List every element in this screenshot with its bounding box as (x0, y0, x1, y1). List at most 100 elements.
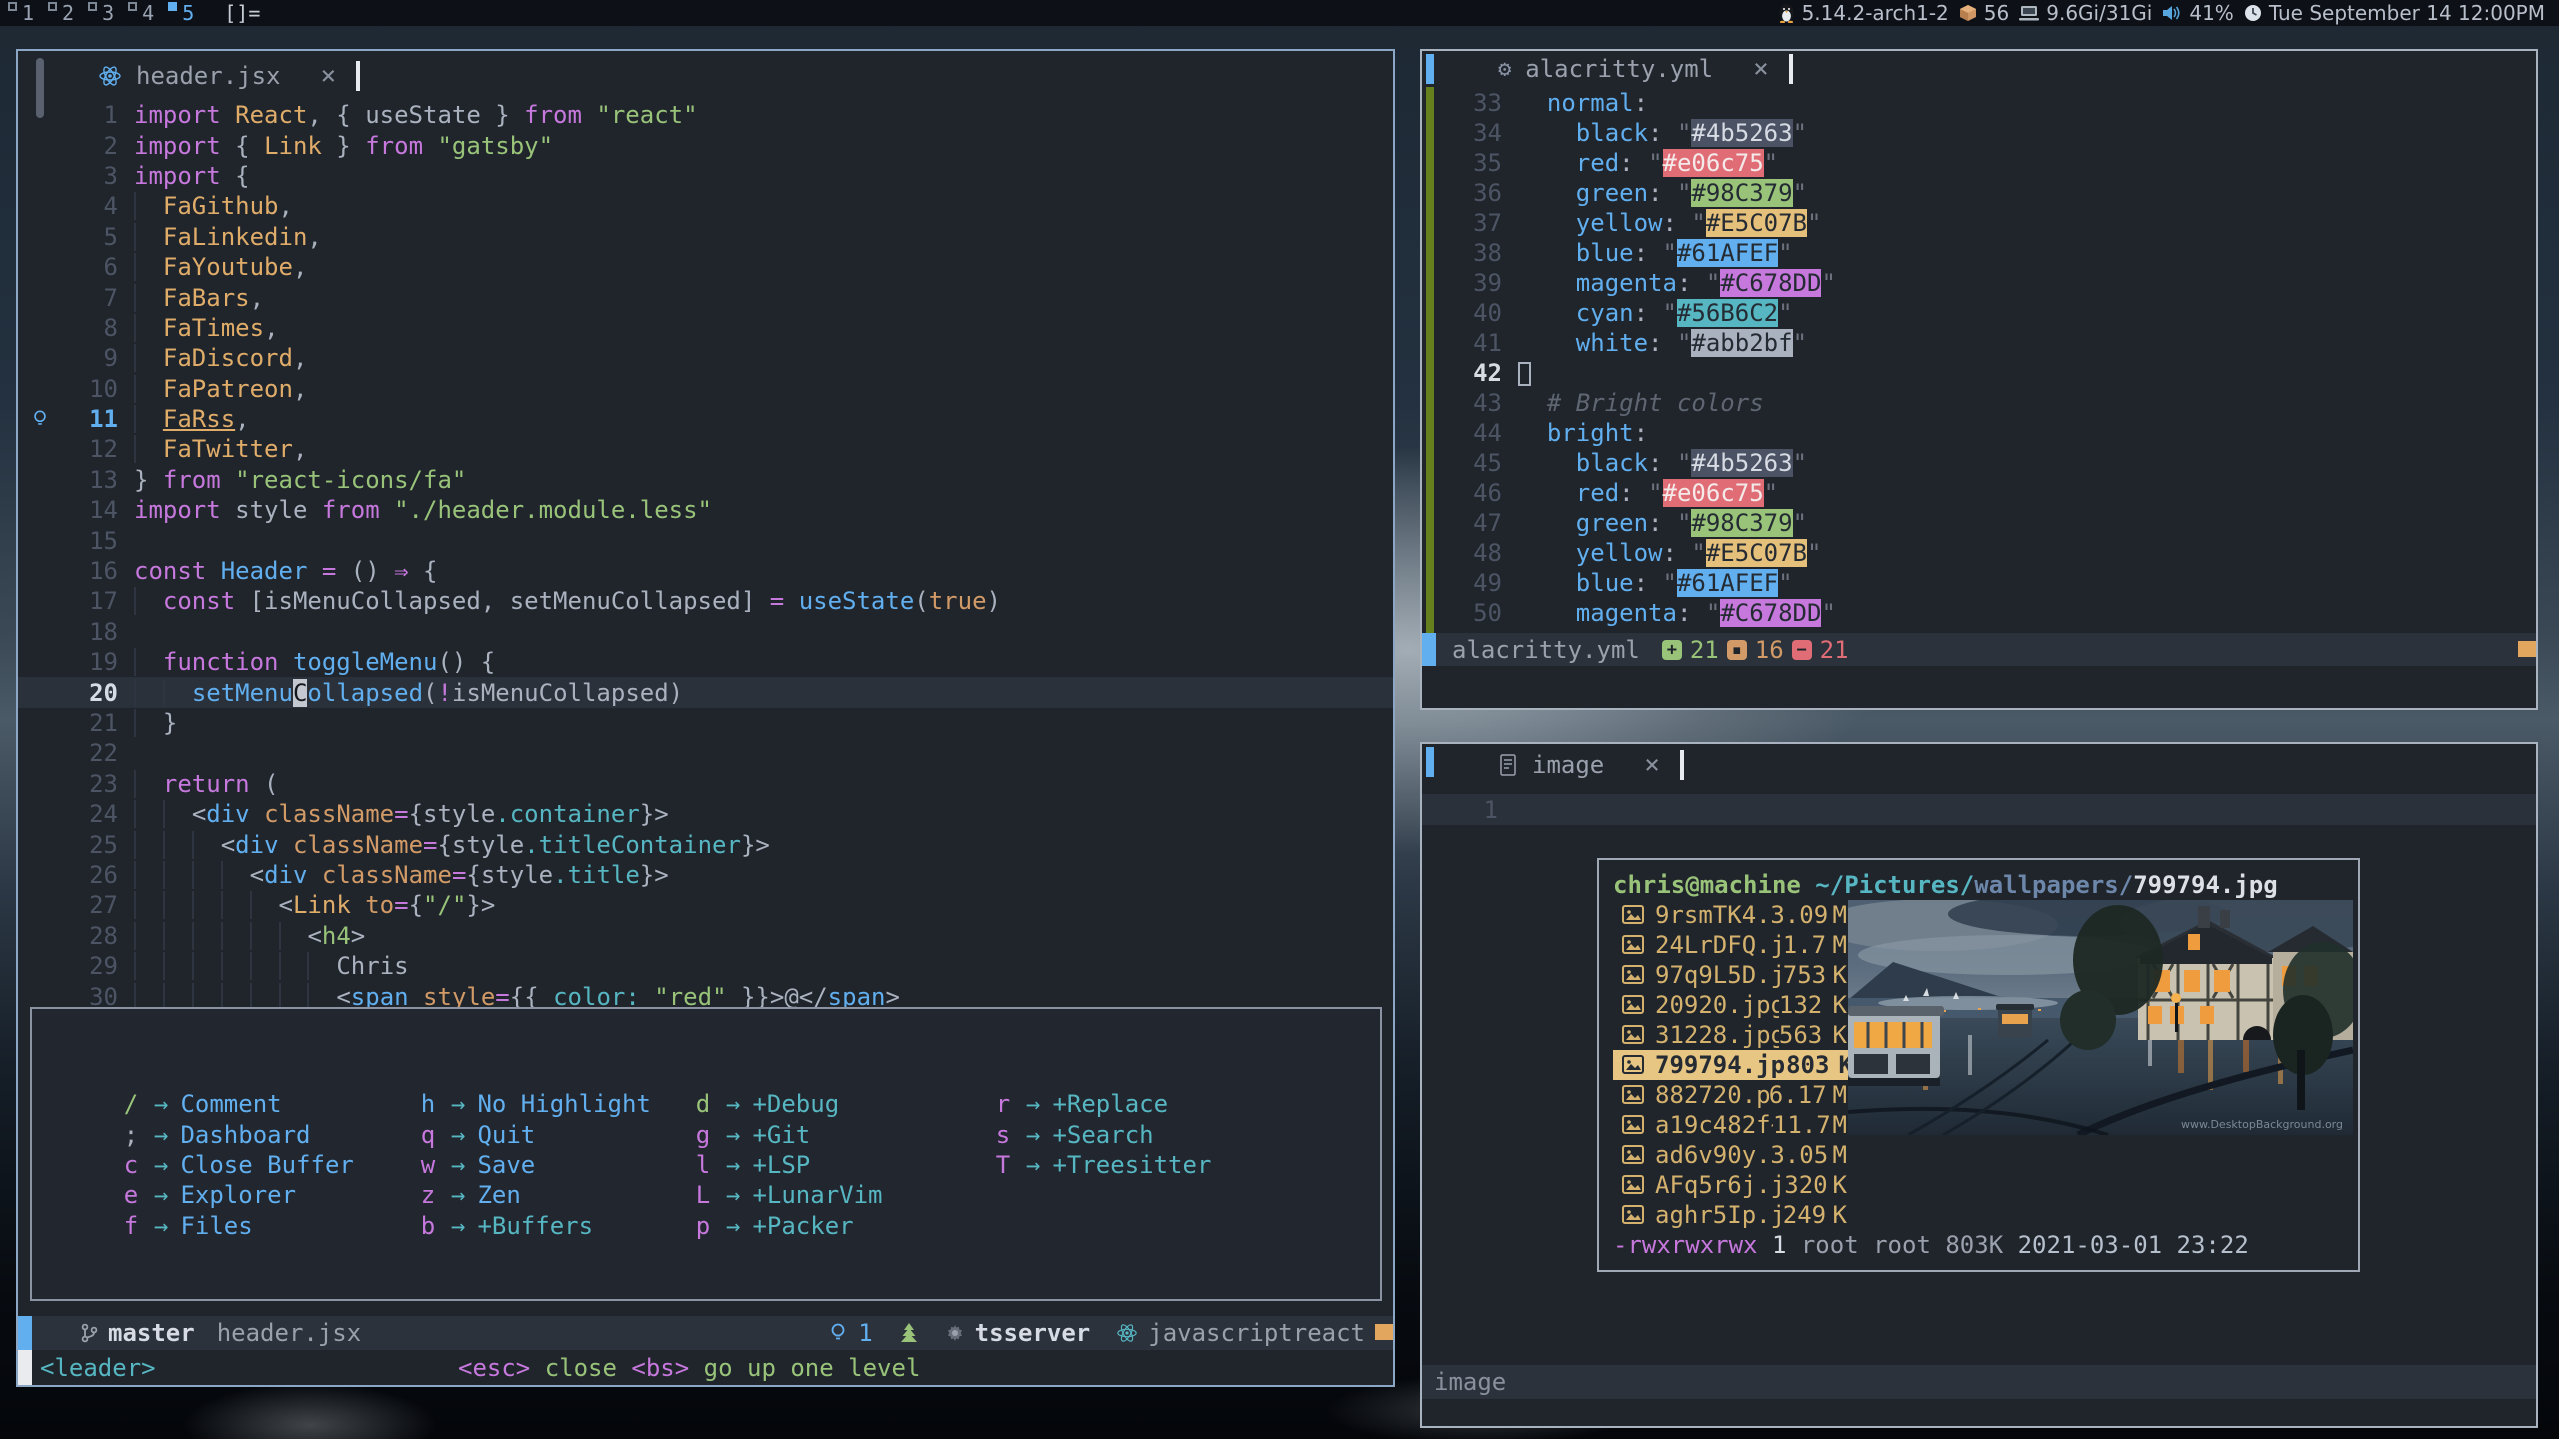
code-line[interactable]: 44 bright: (1422, 418, 2536, 448)
code-line[interactable]: 4 FaGithub, (18, 191, 1393, 221)
code-line[interactable]: 38 blue: "#61AFEF" (1422, 238, 2536, 268)
code-line[interactable]: 17 const [isMenuCollapsed, setMenuCollap… (18, 586, 1393, 616)
tab-image[interactable]: image × (1488, 750, 1670, 780)
code-line[interactable]: 29 Chris (18, 951, 1393, 981)
code-line[interactable]: 40 cyan: "#56B6C2" (1422, 298, 2536, 328)
whichkey-item[interactable]: h→No Highlight (417, 1089, 651, 1119)
code-line[interactable]: 5 FaLinkedin, (18, 222, 1393, 252)
code-text: white: "#abb2bf" (1506, 329, 1807, 357)
code-line[interactable]: 24 <div className={style.container}> (18, 799, 1393, 829)
command-line[interactable] (1422, 666, 2536, 708)
whichkey-item[interactable]: s→+Search (992, 1119, 1211, 1149)
code-line[interactable]: 1import React, { useState } from "react" (18, 100, 1393, 130)
code-line[interactable]: 10 FaPatreon, (18, 374, 1393, 404)
code-line[interactable]: 48 yellow: "#E5C07B" (1422, 538, 2536, 568)
code-line[interactable]: 23 return ( (18, 769, 1393, 799)
code-line[interactable]: 28 <h4> (18, 921, 1393, 951)
whichkey-item[interactable]: e→Explorer (120, 1180, 354, 1210)
close-icon[interactable]: × (1644, 750, 1660, 780)
whichkey-item[interactable]: r→+Replace (992, 1089, 1211, 1119)
code-line[interactable]: 1 (1422, 794, 2536, 825)
file-row[interactable]: aghr5Ip.jpg249K (1613, 1200, 1853, 1230)
code-line[interactable]: 49 blue: "#61AFEF" (1422, 568, 2536, 598)
whichkey-item[interactable]: f→Files (120, 1211, 354, 1241)
code-line[interactable]: 21 } (18, 708, 1393, 738)
code-line[interactable]: 2import { Link } from "gatsby" (18, 130, 1393, 160)
file-row[interactable]: ad6v90y.jpg3.05M (1613, 1140, 1853, 1170)
code-line[interactable]: 20 setMenuCollapsed(!isMenuCollapsed) (18, 677, 1393, 707)
workspace-item[interactable]: 2 (48, 1, 74, 25)
code-line[interactable]: 8 FaTimes, (18, 313, 1393, 343)
code-line[interactable]: 13} from "react-icons/fa" (18, 465, 1393, 495)
workspace-item[interactable]: 1 (8, 1, 34, 25)
tab-alacritty-yml[interactable]: ⚙ alacritty.yml × (1488, 54, 1779, 84)
whichkey-item[interactable]: l→+LSP (692, 1150, 883, 1180)
code-line[interactable]: 46 red: "#e06c75" (1422, 478, 2536, 508)
whichkey-item[interactable]: d→+Debug (692, 1089, 883, 1119)
whichkey-item[interactable]: T→+Treesitter (992, 1150, 1211, 1180)
whichkey-item[interactable]: c→Close Buffer (120, 1150, 354, 1180)
whichkey-item[interactable]: ;→Dashboard (120, 1119, 354, 1149)
code-line[interactable]: 39 magenta: "#C678DD" (1422, 268, 2536, 298)
whichkey-item[interactable]: /→Comment (120, 1089, 354, 1119)
file-row[interactable]: 31228.jpg563K (1613, 1020, 1853, 1050)
tab-header-jsx[interactable]: header.jsx × (88, 61, 346, 91)
whichkey-item[interactable]: w→Save (417, 1150, 651, 1180)
command-line[interactable] (1422, 1399, 2536, 1426)
whichkey-item[interactable]: b→+Buffers (417, 1211, 651, 1241)
code-line[interactable]: 11 FaRss, (18, 404, 1393, 434)
code-line[interactable]: 41 white: "#abb2bf" (1422, 328, 2536, 358)
file-row[interactable]: 9rsmTK4.png3.09M (1613, 900, 1853, 930)
code-line[interactable]: 22 (18, 738, 1393, 768)
file-row[interactable]: a19c482f~.png11.7M (1613, 1110, 1853, 1140)
whichkey-item[interactable]: p→+Packer (692, 1211, 883, 1241)
code-line[interactable]: 27 <Link to={"/"}> (18, 890, 1393, 920)
code-line[interactable]: 25 <div className={style.titleContainer}… (18, 829, 1393, 859)
workspace-item[interactable]: 4 (128, 1, 154, 25)
file-row[interactable]: 24LrDFQ.jpg1.7M (1613, 930, 1853, 960)
code-line[interactable]: 7 FaBars, (18, 282, 1393, 312)
line-number: 29 (62, 952, 122, 980)
scrollbar-indicator[interactable] (1375, 1324, 1393, 1340)
code-line[interactable]: 3import { (18, 161, 1393, 191)
command-line[interactable]: <leader> <esc> close <bs> go up one leve… (18, 1350, 1393, 1385)
image-file-icon (1621, 1024, 1645, 1046)
code-line[interactable]: 42 (1422, 358, 2536, 388)
code-line[interactable]: 36 green: "#98C379" (1422, 178, 2536, 208)
whichkey-item[interactable]: q→Quit (417, 1119, 651, 1149)
code-line[interactable]: 9 FaDiscord, (18, 343, 1393, 373)
whichkey-item[interactable]: z→Zen (417, 1180, 651, 1210)
file-row[interactable]: 882720.png6.17M (1613, 1080, 1853, 1110)
code-line[interactable]: 33 normal: (1422, 88, 2536, 118)
code-line[interactable]: 18 (18, 617, 1393, 647)
scrollbar-indicator[interactable] (2518, 641, 2536, 657)
code-line[interactable]: 14import style from "./header.module.les… (18, 495, 1393, 525)
code-line[interactable]: 19 function toggleMenu() { (18, 647, 1393, 677)
code-buffer-alacritty[interactable]: 33 normal:34 black: "#4b5263"35 red: "#e… (1422, 87, 2536, 633)
whichkey-item[interactable]: L→+LunarVim (692, 1180, 883, 1210)
workspace-item[interactable]: 5 (168, 1, 194, 25)
whichkey-item[interactable]: g→+Git (692, 1119, 883, 1149)
code-line[interactable]: 12 FaTwitter, (18, 434, 1393, 464)
file-row[interactable]: 20920.jpg132K (1613, 990, 1853, 1020)
close-icon[interactable]: × (1753, 54, 1769, 84)
code-line[interactable]: 16const Header = () ⇒ { (18, 556, 1393, 586)
code-line[interactable]: 50 magenta: "#C678DD" (1422, 598, 2536, 628)
code-line[interactable]: 43 # Bright colors (1422, 388, 2536, 418)
close-icon[interactable]: × (321, 61, 337, 91)
code-line[interactable]: 34 black: "#4b5263" (1422, 118, 2536, 148)
workspace-item[interactable]: 3 (88, 1, 114, 25)
file-row[interactable]: 799794.jpg803K (1613, 1050, 1859, 1080)
file-row[interactable]: AFq5r6j.jpeg320K (1613, 1170, 1853, 1200)
code-line[interactable]: 35 red: "#e06c75" (1422, 148, 2536, 178)
code-line[interactable]: 15 (18, 525, 1393, 555)
line-number: 45 (1442, 449, 1506, 477)
file-row[interactable]: 97q9L5D.jpg753K (1613, 960, 1853, 990)
code-line[interactable]: 37 yellow: "#E5C07B" (1422, 208, 2536, 238)
git-branch-name[interactable]: master (108, 1319, 195, 1347)
code-line[interactable]: 6 FaYoutube, (18, 252, 1393, 282)
code-line[interactable]: 45 black: "#4b5263" (1422, 448, 2536, 478)
code-line[interactable]: 26 <div className={style.title}> (18, 860, 1393, 890)
code-line[interactable]: 47 green: "#98C379" (1422, 508, 2536, 538)
layout-indicator[interactable]: []= (224, 1, 260, 25)
